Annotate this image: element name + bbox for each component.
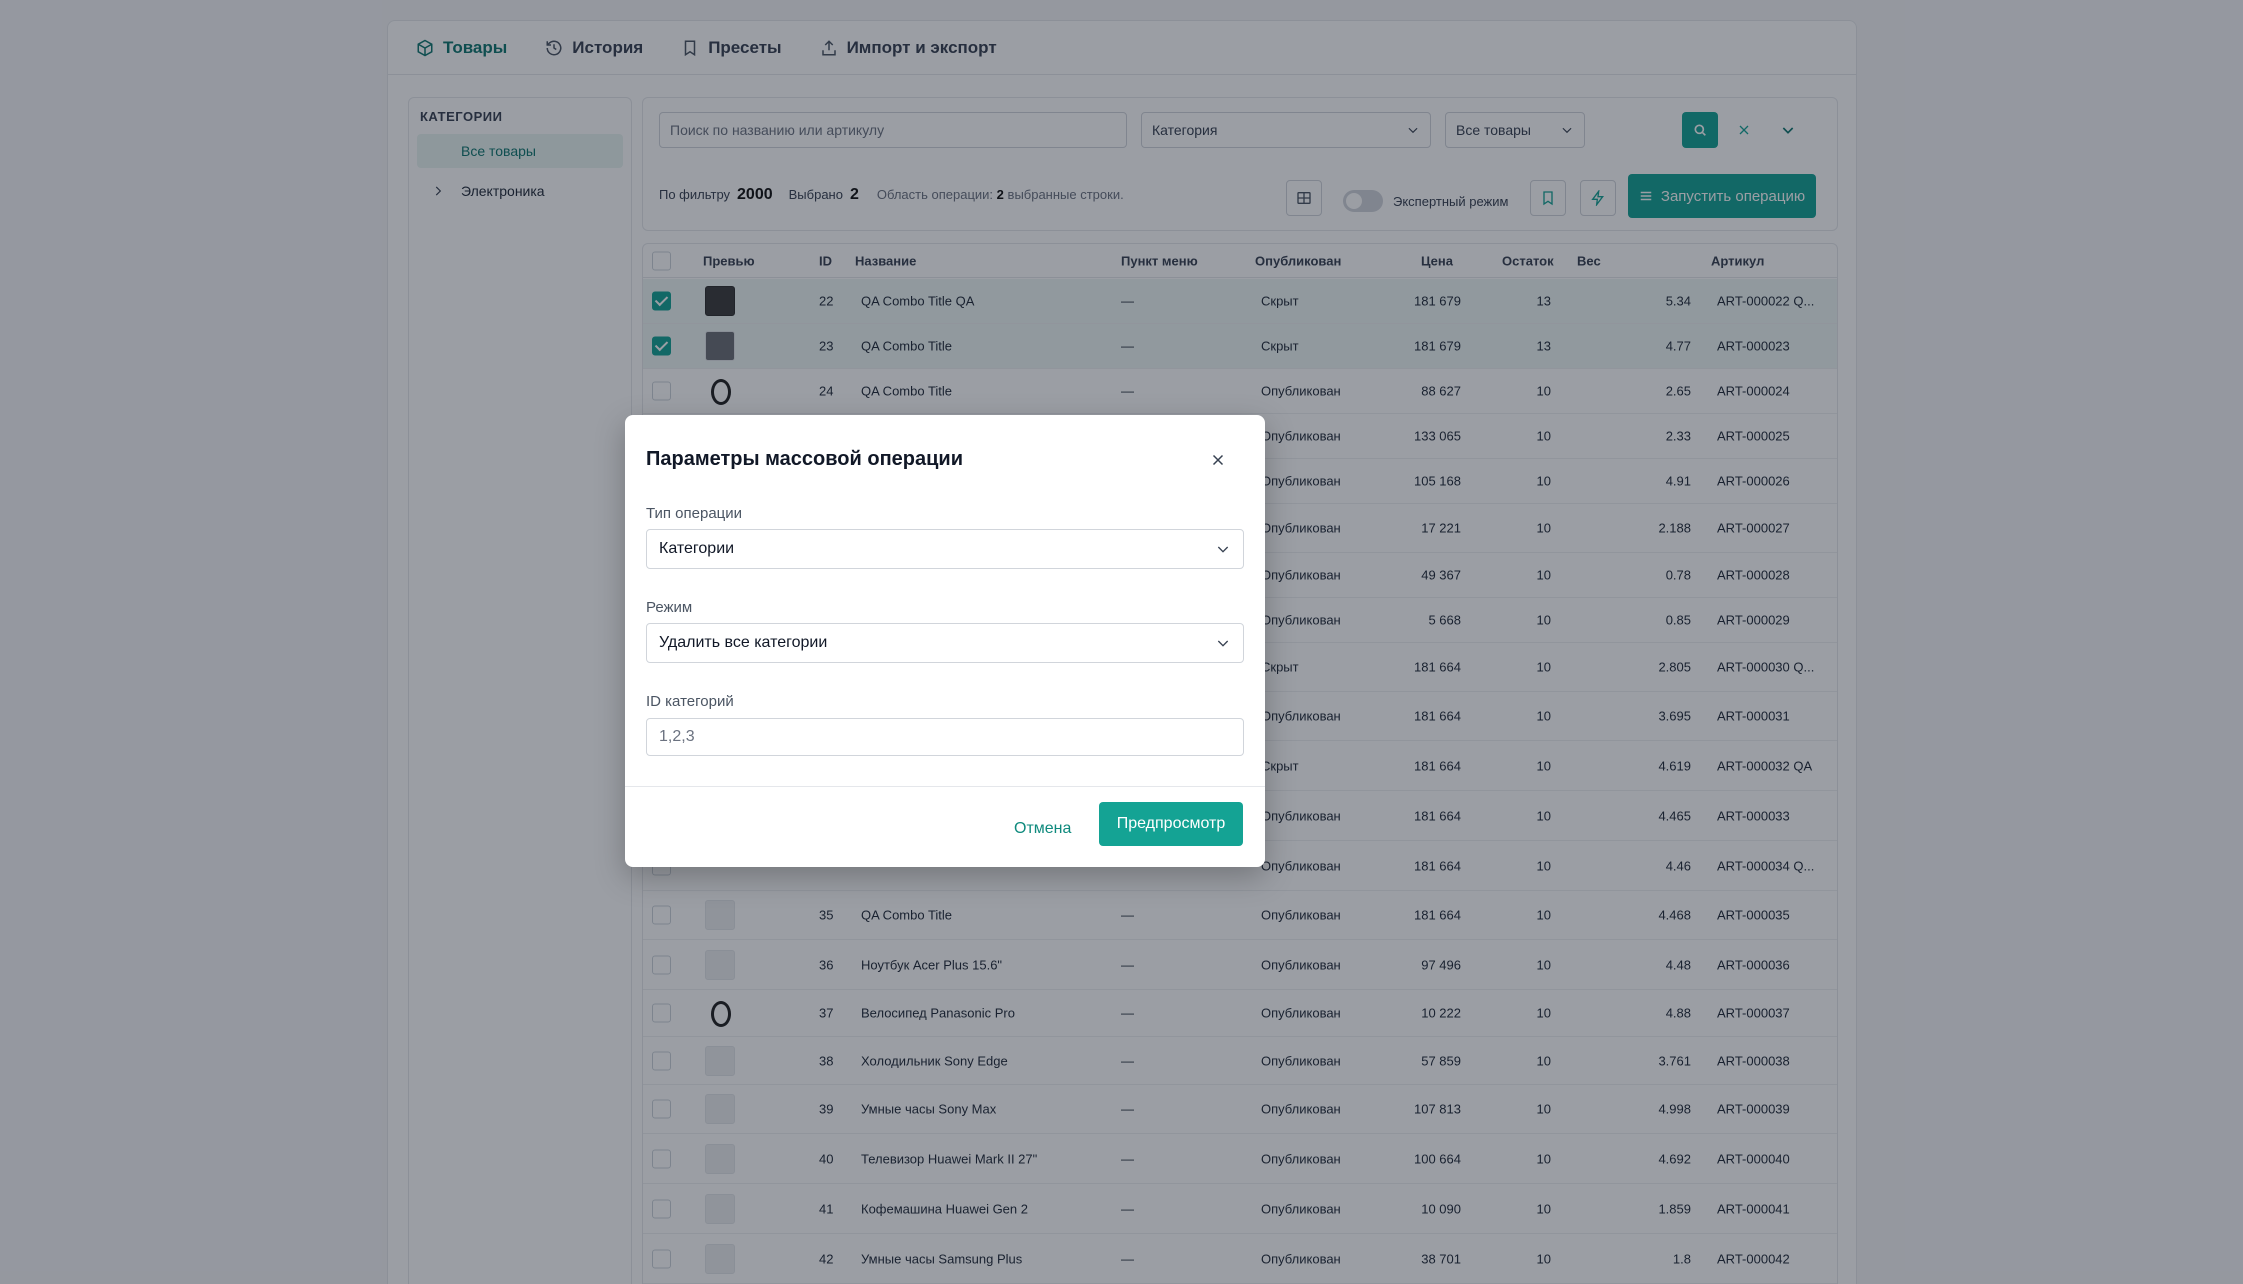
cancel-button[interactable]: Отмена xyxy=(1014,808,1071,850)
chevron-down-icon xyxy=(1217,640,1229,647)
category-ids-label: ID категорий xyxy=(646,693,734,710)
op-type-value: Категории xyxy=(659,540,735,557)
op-type-select[interactable]: Категории xyxy=(646,529,1244,569)
mode-label: Режим xyxy=(646,599,693,616)
preview-button[interactable]: Предпросмотр xyxy=(1099,802,1243,846)
modal-title: Параметры массовой операции xyxy=(646,448,964,470)
op-type-label: Тип операции xyxy=(646,505,743,522)
mode-value: Удалить все категории xyxy=(659,634,828,651)
modal-divider xyxy=(625,786,1265,787)
close-icon xyxy=(1212,454,1224,466)
bulk-operation-modal: Параметры массовой операции Тип операции… xyxy=(625,415,1265,867)
chevron-down-icon xyxy=(1217,546,1229,553)
category-ids-input[interactable] xyxy=(646,718,1244,756)
mode-select[interactable]: Удалить все категории xyxy=(646,623,1244,663)
modal-close-button[interactable] xyxy=(1205,447,1231,473)
